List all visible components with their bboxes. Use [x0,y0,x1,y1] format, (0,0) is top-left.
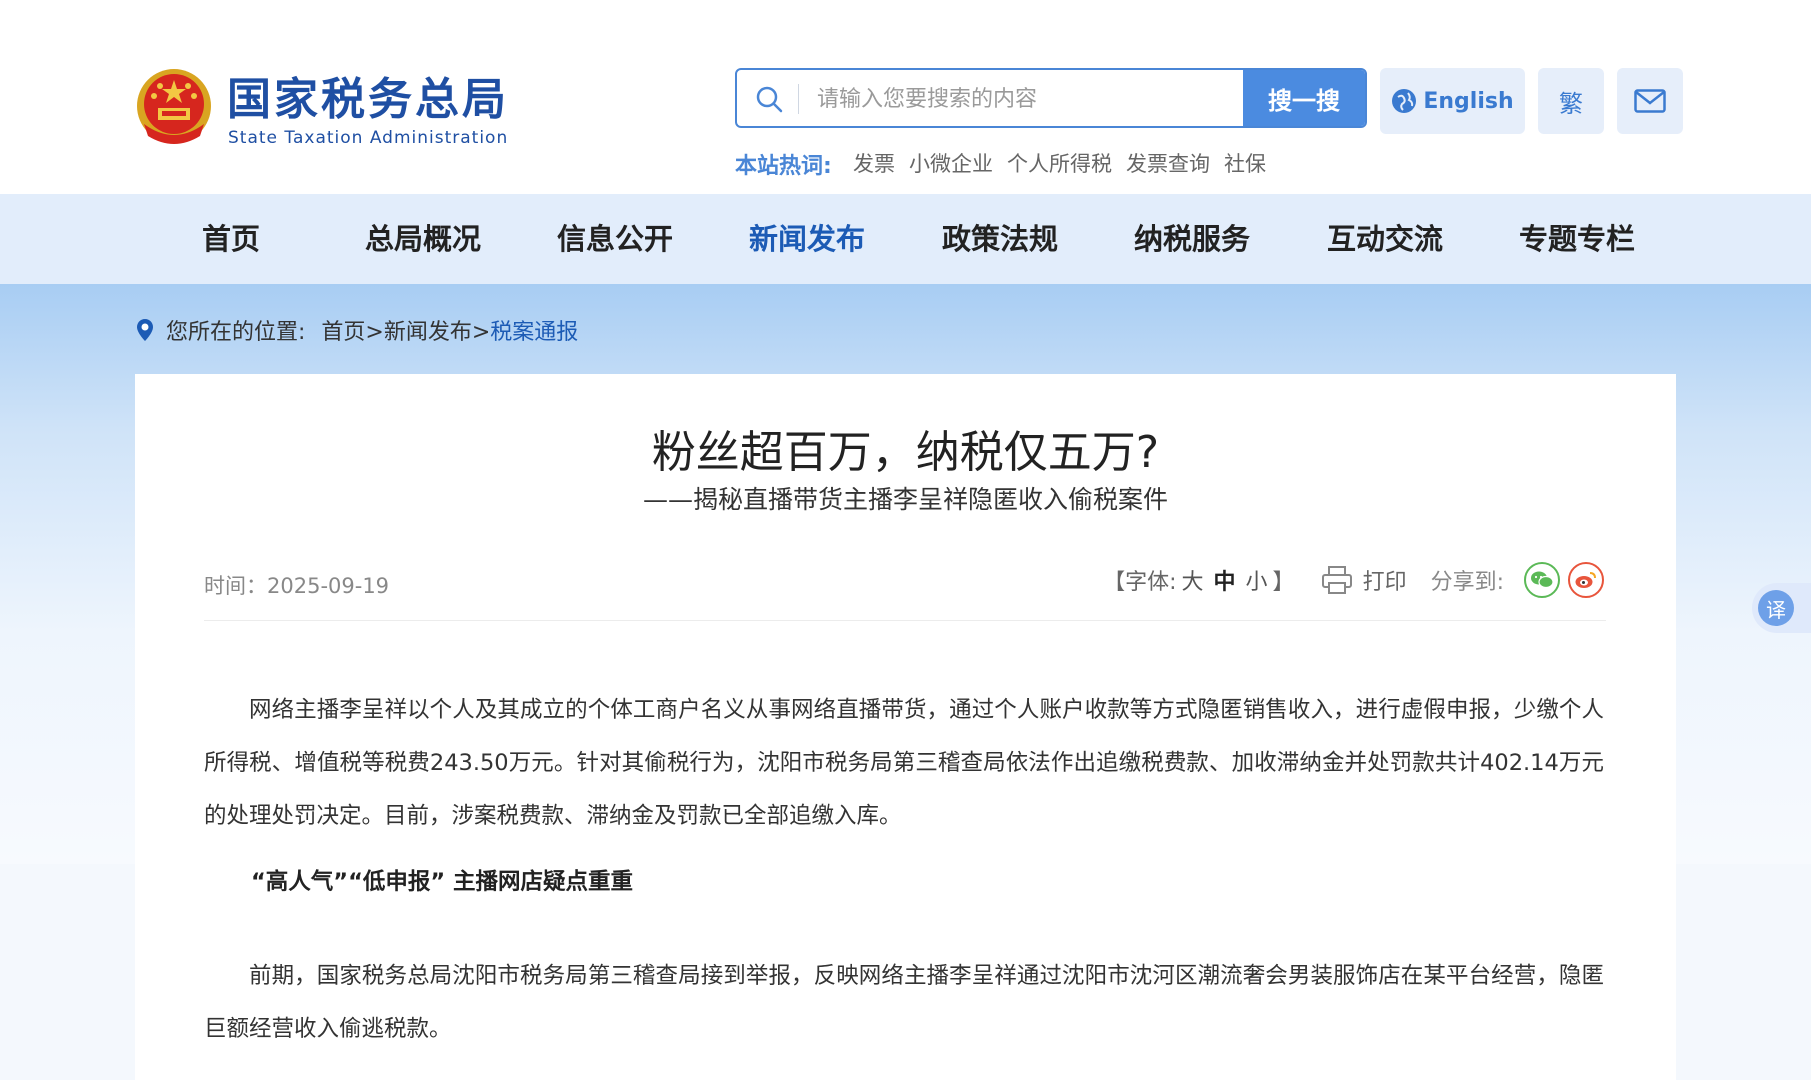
font-size-small[interactable]: 小 [1246,564,1268,596]
nav-item-tax-service[interactable]: 纳税服务 [1134,194,1250,284]
translate-widget[interactable]: 译 [1752,583,1811,633]
meta-divider [204,620,1606,621]
hot-words-list: 发票 小微企业 个人所得税 发票查询 社保 [853,148,1266,178]
search-icon [756,86,783,113]
font-size-large[interactable]: 大 [1182,564,1204,596]
search-input[interactable] [815,70,1219,126]
globe-icon [1392,89,1417,113]
print-label: 打印 [1362,570,1407,595]
nav-item-disclosure[interactable]: 信息公开 [557,194,673,284]
location-pin-icon [137,319,153,341]
printer-icon [1321,566,1352,594]
breadcrumb-current[interactable]: 税案通报 [490,314,578,346]
traditional-chinese-button[interactable]: 繁 [1538,68,1604,134]
article-title: 粉丝超百万，纳税仅五万? [651,427,1160,478]
article-subtitle: ——揭秘直播带货主播李呈祥隐匿收入偷税案件 [642,485,1168,514]
nav-item-interaction[interactable]: 互动交流 [1327,194,1443,284]
nav-item-policy[interactable]: 政策法规 [942,194,1058,284]
search-divider [798,84,799,114]
share-label: 分享到: [1430,570,1504,595]
print-button[interactable]: 打印 [1321,564,1407,596]
breadcrumb-label: 您所在的位置: [166,320,306,345]
site-subtitle: State Taxation Administration [228,128,509,148]
hot-word-link[interactable]: 发票 [853,148,895,178]
english-button[interactable]: English [1380,68,1525,134]
weibo-share-icon[interactable] [1568,562,1604,598]
article-card: 粉丝超百万，纳税仅五万? ——揭秘直播带货主播李呈祥隐匿收入偷税案件 时间：20… [135,374,1676,1080]
article-paragraph: 前期，国家税务总局沈阳市税务局第三稽查局接到举报，反映网络主播李呈祥通过沈阳市沈… [204,963,1604,1042]
hot-word-link[interactable]: 社保 [1224,148,1266,178]
main-nav: 首页 总局概况 信息公开 新闻发布 政策法规 纳税服务 互动交流 专题专栏 [0,194,1811,284]
site-title[interactable]: 国家税务总局 [227,72,509,128]
hot-word-link[interactable]: 小微企业 [909,148,993,178]
article-paragraph: 网络主播李呈祥以个人及其成立的个体工商户名义从事网络直播带货，通过个人账户收款等… [204,697,1604,829]
hot-word-link[interactable]: 个人所得税 [1007,148,1112,178]
nav-item-overview[interactable]: 总局概况 [365,194,481,284]
translate-icon: 译 [1758,590,1794,626]
mail-icon [1634,89,1666,113]
nav-item-topics[interactable]: 专题专栏 [1519,194,1635,284]
search-button[interactable]: 搜一搜 [1243,70,1365,126]
hot-word-link[interactable]: 发票查询 [1126,148,1210,178]
site-header: 国家税务总局 State Taxation Administration 搜一搜… [0,0,1811,194]
hot-words-label: 本站热词: [735,154,832,179]
article-tools: 【字体: 大 中 小 】 打印 分享到: [1103,560,1604,600]
nav-item-home[interactable]: 首页 [202,194,260,284]
search-box: 搜一搜 [735,68,1367,128]
wechat-share-icon[interactable] [1524,562,1560,598]
breadcrumb: 您所在的位置: 首页>新闻发布> 税案通报 [136,314,578,346]
national-emblem-icon [137,69,211,144]
publish-time: 时间：2025-09-19 [204,574,390,598]
font-size-medium[interactable]: 中 [1214,564,1236,596]
article-section-heading: “高人气”“低申报” 主播网店疑点重重 [251,869,633,895]
font-size-close: 】 [1272,570,1295,595]
breadcrumb-path[interactable]: 首页>新闻发布> [321,314,490,346]
mail-button[interactable] [1617,68,1683,134]
nav-item-news[interactable]: 新闻发布 [749,194,865,284]
font-size-label: 【字体: [1103,570,1177,595]
english-label: English [1423,88,1514,114]
